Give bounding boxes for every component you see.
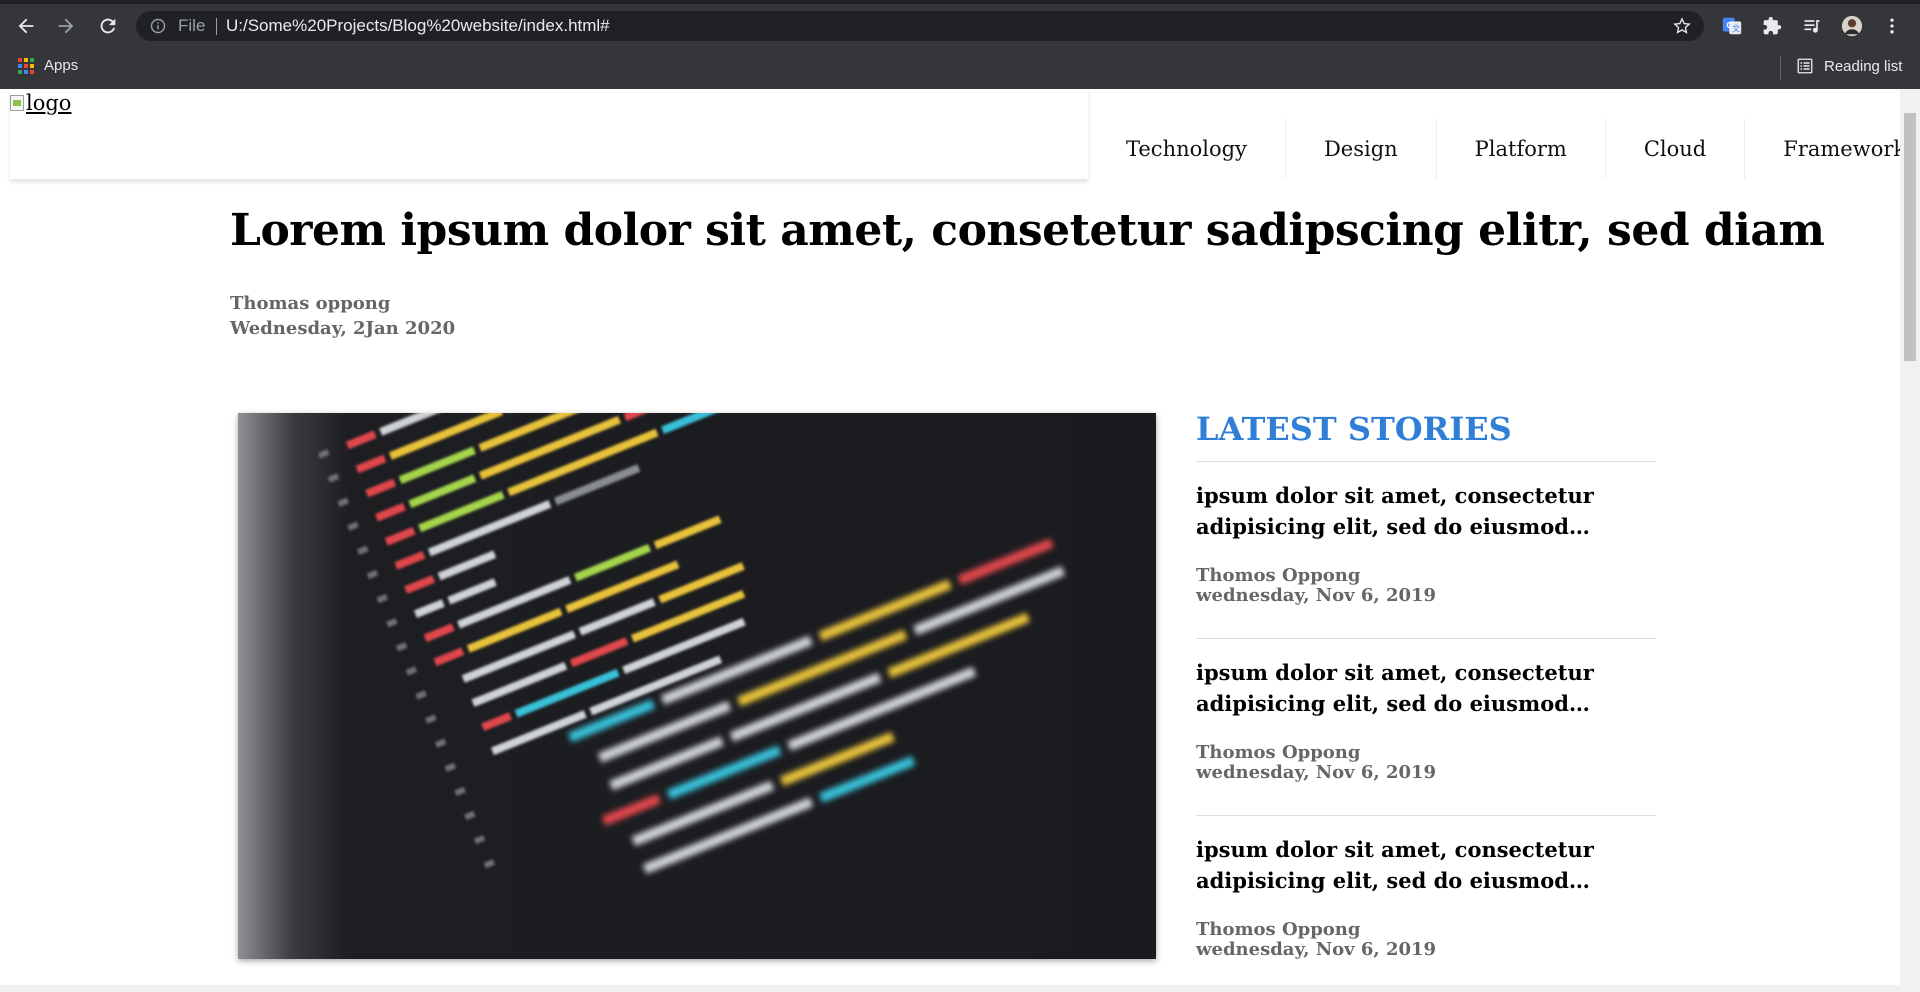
apps-shortcut[interactable]: Apps bbox=[18, 57, 78, 74]
story-card[interactable]: ipsum dolor sit amet, consectetur adipis… bbox=[1196, 815, 1656, 992]
address-bar[interactable]: File U:/Some%20Projects/Blog%20website/i… bbox=[136, 11, 1704, 41]
reload-icon bbox=[100, 18, 116, 34]
story-author: Thomos Oppong bbox=[1196, 565, 1361, 586]
google-translate-extension[interactable]: G 文 bbox=[1720, 14, 1744, 38]
browser-toolbar: File U:/Some%20Projects/Blog%20website/i… bbox=[0, 4, 1920, 48]
url-text[interactable]: U:/Some%20Projects/Blog%20website/index.… bbox=[226, 16, 610, 36]
bookmarks-divider bbox=[1780, 56, 1781, 80]
apps-grid-icon bbox=[18, 57, 34, 74]
apps-label: Apps bbox=[44, 57, 79, 74]
site-logo-link[interactable]: logo bbox=[10, 91, 71, 115]
info-icon[interactable] bbox=[150, 18, 166, 34]
browser-menu-button[interactable] bbox=[1880, 14, 1904, 38]
article-hero-image bbox=[238, 413, 1156, 959]
arrow-right-icon bbox=[58, 18, 74, 34]
story-title[interactable]: ipsum dolor sit amet, consectetur adipis… bbox=[1196, 834, 1646, 896]
reading-list-label: Reading list bbox=[1824, 57, 1903, 75]
site-header bbox=[10, 89, 1088, 179]
story-meta: Thomos Oppong wednesday, Nov 6, 2019 bbox=[1196, 920, 1656, 960]
latest-stories-heading: LATEST STORIES bbox=[1196, 410, 1512, 448]
horizontal-scrollbar[interactable] bbox=[0, 985, 1900, 992]
avatar bbox=[1841, 15, 1863, 37]
story-author: Thomos Oppong bbox=[1196, 919, 1361, 940]
svg-text:文: 文 bbox=[1732, 24, 1740, 34]
media-control-button[interactable] bbox=[1800, 14, 1824, 38]
puzzle-icon bbox=[1763, 16, 1782, 35]
nav-item-design[interactable]: Design bbox=[1284, 119, 1436, 179]
arrow-left-icon bbox=[18, 18, 34, 34]
extensions-button[interactable] bbox=[1760, 14, 1784, 38]
page-viewport: logo Technology Design Platform Cloud Fr… bbox=[0, 89, 1900, 992]
nav-item-technology[interactable]: Technology bbox=[1088, 119, 1285, 179]
article-byline: Thomas oppong Wednesday, 2Jan 2020 bbox=[230, 291, 455, 341]
nav-item-platform[interactable]: Platform bbox=[1435, 119, 1605, 179]
story-meta: Thomos Oppong wednesday, Nov 6, 2019 bbox=[1196, 743, 1656, 783]
story-meta: Thomos Oppong wednesday, Nov 6, 2019 bbox=[1196, 566, 1656, 606]
back-button[interactable] bbox=[10, 10, 42, 42]
profile-avatar-button[interactable] bbox=[1840, 14, 1864, 38]
more-vertical-icon bbox=[1890, 18, 1894, 34]
forward-button[interactable] bbox=[50, 10, 82, 42]
broken-image-icon bbox=[10, 95, 24, 111]
scrollbar-thumb[interactable] bbox=[1904, 113, 1916, 361]
bookmarks-bar: Apps Reading list bbox=[0, 48, 1920, 89]
code-screen-illustration bbox=[238, 413, 1156, 959]
latest-stories-sidebar: LATEST STORIES ipsum dolor sit amet, con… bbox=[1196, 397, 1656, 992]
playlist-icon bbox=[1804, 20, 1820, 33]
browser-chrome: File U:/Some%20Projects/Blog%20website/i… bbox=[0, 0, 1920, 89]
main-nav: Technology Design Platform Cloud Framewo… bbox=[1088, 119, 1900, 179]
article-date: Wednesday, 2Jan 2020 bbox=[230, 318, 456, 339]
star-icon[interactable] bbox=[1672, 16, 1692, 36]
nav-item-framework[interactable]: Framework bbox=[1744, 119, 1900, 179]
story-card[interactable]: ipsum dolor sit amet, consectetur adipis… bbox=[1196, 638, 1656, 815]
translate-icon: G 文 bbox=[1722, 17, 1742, 35]
vertical-scrollbar[interactable] bbox=[1900, 89, 1920, 992]
story-title[interactable]: ipsum dolor sit amet, consectetur adipis… bbox=[1196, 480, 1646, 542]
story-date: wednesday, Nov 6, 2019 bbox=[1196, 939, 1437, 960]
nav-item-cloud[interactable]: Cloud bbox=[1604, 119, 1744, 179]
story-date: wednesday, Nov 6, 2019 bbox=[1196, 585, 1437, 606]
article-author: Thomas oppong bbox=[230, 293, 391, 314]
reading-list-button[interactable]: Reading list bbox=[1796, 57, 1902, 75]
story-author: Thomos Oppong bbox=[1196, 742, 1361, 763]
reload-button[interactable] bbox=[92, 10, 124, 42]
story-date: wednesday, Nov 6, 2019 bbox=[1196, 762, 1437, 783]
scheme-label: File bbox=[178, 16, 206, 35]
story-title[interactable]: ipsum dolor sit amet, consectetur adipis… bbox=[1196, 657, 1646, 719]
logo-alt-text: logo bbox=[26, 91, 72, 115]
reading-list-icon bbox=[1797, 58, 1813, 74]
article-title: Lorem ipsum dolor sit amet, consetetur s… bbox=[230, 205, 1825, 256]
story-card[interactable]: ipsum dolor sit amet, consectetur adipis… bbox=[1196, 461, 1656, 638]
url-divider bbox=[216, 18, 217, 35]
